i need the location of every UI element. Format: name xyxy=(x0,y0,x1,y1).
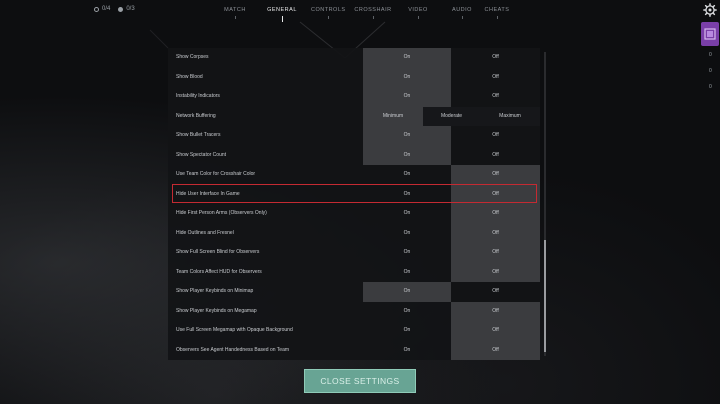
tab-tick xyxy=(235,16,236,19)
setting-row: Hide First Person Arms (Observers Only) O… xyxy=(168,204,540,224)
tab-cheats[interactable]: CHEATS xyxy=(484,7,510,13)
right-rail: 0 0 0 xyxy=(700,22,720,92)
setting-label: Hide First Person Arms (Observers Only) xyxy=(176,210,267,216)
settings-table: Show Corpses On Off Show Blood On Off Instabil… xyxy=(168,48,540,360)
tab-video[interactable]: VIDEO xyxy=(408,7,428,13)
option-on[interactable]: On xyxy=(363,302,451,322)
option-off[interactable]: Off xyxy=(451,262,540,282)
setting-label: Show Blood xyxy=(176,73,203,80)
counter-first: 0/4 xyxy=(94,6,110,12)
friends-icon[interactable] xyxy=(701,22,719,46)
option-off[interactable]: Off xyxy=(451,165,540,185)
option-on[interactable]: On xyxy=(363,224,451,244)
option-off[interactable]: Off xyxy=(451,204,540,224)
option-maximum[interactable]: Maximum xyxy=(480,106,540,126)
setting-label: Show Player Keybinds on Minimap xyxy=(176,288,254,294)
option-on[interactable]: On xyxy=(363,321,451,341)
gear-icon[interactable] xyxy=(703,3,717,17)
option-off[interactable]: Off xyxy=(451,223,540,243)
ring-icon xyxy=(94,6,99,12)
rail-number-2: 0 xyxy=(709,68,712,74)
option-off[interactable]: Off xyxy=(451,243,540,263)
close-settings-button[interactable]: CLOSE SETTINGS xyxy=(304,369,416,393)
setting-label: Hide User Interface In Game xyxy=(176,190,240,197)
tab-audio[interactable]: AUDIO xyxy=(452,7,472,13)
tab-tick xyxy=(462,16,463,19)
option-on[interactable]: On xyxy=(363,165,451,185)
tab-general[interactable]: GENERAL xyxy=(267,7,297,22)
setting-label: Use Full Screen Megamap with Opaque Back… xyxy=(176,327,293,333)
setting-label: Use Team Color for Crosshair Color xyxy=(176,171,256,177)
tab-match[interactable]: MATCH xyxy=(220,7,250,13)
setting-label: Show Full Screen Blind for Observers xyxy=(176,249,260,255)
setting-row: Show Corpses On Off xyxy=(168,48,540,68)
option-on[interactable]: On xyxy=(363,126,451,146)
option-off[interactable]: Off xyxy=(451,146,540,166)
setting-row: Network Buffering Minimum Moderate Maximum xyxy=(168,106,540,126)
setting-label: Show Spectator Count xyxy=(176,151,227,158)
dot-icon xyxy=(118,6,124,12)
option-off[interactable]: Off xyxy=(451,321,540,341)
setting-label: Instability Indicators xyxy=(176,93,220,99)
counter-first-value: 0/4 xyxy=(102,6,111,12)
setting-row: Show Full Screen Blind for Observers On Of… xyxy=(168,243,540,263)
setting-row: Instability Indicators On Off xyxy=(168,87,540,107)
option-moderate[interactable]: Moderate xyxy=(423,106,480,126)
counters: 0/4 0/3 xyxy=(94,6,135,12)
setting-label: Show Corpses xyxy=(176,54,209,60)
tab-crosshair[interactable]: CROSSHAIR xyxy=(354,7,392,13)
option-on[interactable]: On xyxy=(363,341,451,361)
setting-row: Show Blood On Off xyxy=(168,67,540,88)
option-off[interactable]: Off xyxy=(451,87,540,107)
setting-row: Show Player Keybinds on Megamap On Off xyxy=(168,301,540,322)
setting-row: Team Colors Affect HUD for Observers On Of… xyxy=(168,262,540,283)
setting-row: Show Bullet Tracers On Off xyxy=(168,126,540,146)
setting-label: Hide Outlines and Fresnel xyxy=(176,229,234,236)
counter-second-value: 0/3 xyxy=(126,6,135,12)
setting-row: Observers See Agent Handedness Based on … xyxy=(168,340,540,361)
tab-tick xyxy=(373,16,374,19)
setting-row: Hide User Interface In Game On Off xyxy=(168,184,540,205)
option-minimum[interactable]: Minimum xyxy=(363,106,423,126)
scrollbar-thumb[interactable] xyxy=(544,240,546,352)
option-off[interactable]: Off xyxy=(451,48,540,68)
option-off[interactable]: Off xyxy=(451,184,540,204)
option-on[interactable]: On xyxy=(363,185,451,205)
tab-tick xyxy=(418,16,419,19)
option-on[interactable]: On xyxy=(363,145,451,165)
setting-row: Use Full Screen Megamap with Opaque Back… xyxy=(168,321,540,341)
setting-label: Observers See Agent Handedness Based on … xyxy=(176,346,290,353)
tab-tick xyxy=(328,16,329,19)
setting-row: Show Player Keybinds on Minimap On Off xyxy=(168,282,540,302)
rail-number-1: 0 xyxy=(709,52,712,58)
option-on[interactable]: On xyxy=(363,282,451,302)
option-off[interactable]: Off xyxy=(451,68,540,88)
option-off[interactable]: Off xyxy=(451,301,540,321)
option-on[interactable]: On xyxy=(363,67,451,87)
option-on[interactable]: On xyxy=(363,87,451,107)
option-off[interactable]: Off xyxy=(451,340,540,360)
setting-label: Show Player Keybinds on Megamap xyxy=(176,307,257,314)
rail-number-3: 0 xyxy=(709,84,712,90)
tab-controls[interactable]: CONTROLS xyxy=(311,7,345,13)
setting-label: Network Buffering xyxy=(176,112,216,119)
setting-label: Team Colors Affect HUD for Observers xyxy=(176,268,262,275)
option-on[interactable]: On xyxy=(363,243,451,263)
option-off[interactable]: Off xyxy=(451,282,540,302)
option-on[interactable]: On xyxy=(363,48,451,68)
option-on[interactable]: On xyxy=(363,204,451,224)
tab-tick xyxy=(497,16,498,19)
top-bar: 0/4 0/3 MATCH GENERAL CONTROLS CROSSHAIR VID… xyxy=(0,0,720,22)
setting-row: Use Team Color for Crosshair Color On Off xyxy=(168,165,540,185)
counter-second: 0/3 xyxy=(118,6,135,12)
option-on[interactable]: On xyxy=(363,263,451,283)
setting-row: Show Spectator Count On Off xyxy=(168,145,540,166)
setting-label: Show Bullet Tracers xyxy=(176,132,221,138)
setting-row: Hide Outlines and Fresnel On Off xyxy=(168,223,540,244)
option-off[interactable]: Off xyxy=(451,126,540,146)
